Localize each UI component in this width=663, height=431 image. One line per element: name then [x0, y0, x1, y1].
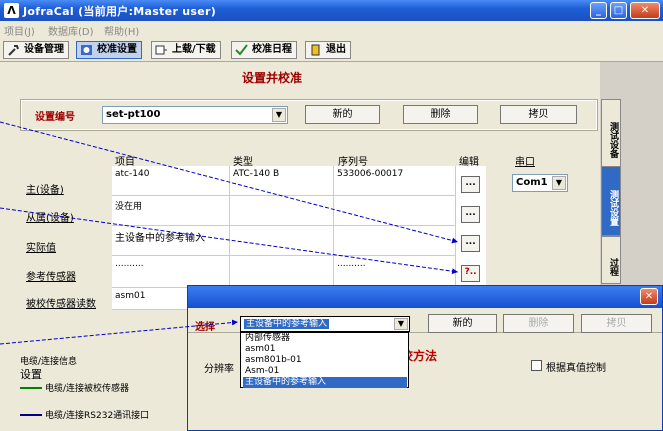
arrow-line-2 [0, 207, 459, 275]
arrow-line-3 [0, 319, 239, 345]
annotation-arrows [0, 121, 459, 345]
arrow-line-1 [0, 121, 459, 244]
